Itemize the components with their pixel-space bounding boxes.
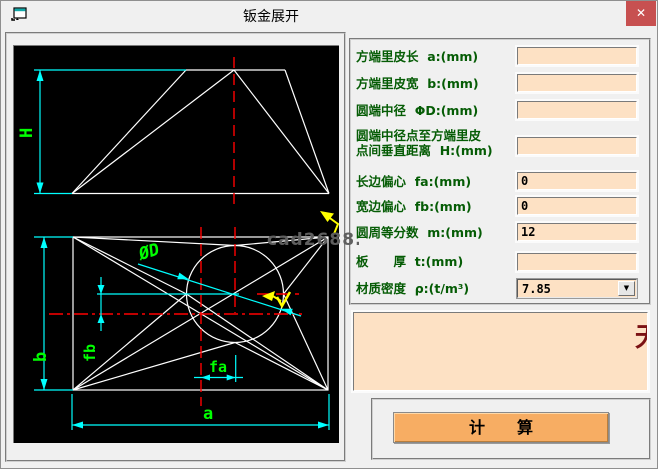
- dim-label-fb: fb: [81, 344, 99, 362]
- result-clipped-text: 无: [635, 317, 648, 357]
- label-phiD: 圆端中径 ΦD:(mm): [356, 103, 478, 118]
- dim-label-H: H: [17, 128, 37, 138]
- input-b[interactable]: [517, 74, 637, 92]
- label-t: 板 厚 t:(mm): [356, 254, 463, 269]
- close-button[interactable]: ✕: [626, 1, 656, 26]
- label-fa: 长边偏心 fa:(mm): [356, 174, 471, 189]
- density-combobox[interactable]: 7.85 ▼: [517, 279, 637, 298]
- watermark-text: cad2688.com: [267, 230, 359, 250]
- calculate-button[interactable]: 计 算: [393, 412, 609, 443]
- input-phiD[interactable]: [517, 101, 637, 119]
- label-density: 材质密度 ρ:(t/m³): [356, 281, 469, 296]
- combo-dropdown-arrow-icon[interactable]: ▼: [618, 281, 635, 296]
- label-fb: 宽边偏心 fb:(mm): [356, 199, 472, 214]
- input-a[interactable]: [517, 47, 637, 65]
- elevation-view: H: [17, 57, 338, 234]
- label-a: 方端里皮长 a:(mm): [356, 49, 478, 64]
- label-H-line1: 圆端中径点至方端里皮: [356, 128, 481, 143]
- input-m[interactable]: [517, 223, 637, 241]
- input-H[interactable]: [517, 137, 637, 155]
- label-b: 方端里皮宽 b:(mm): [356, 76, 479, 91]
- titlebar: 钣金展开 ✕: [1, 1, 657, 27]
- snap-arrow-circle: [262, 291, 290, 306]
- input-fa[interactable]: [517, 172, 637, 190]
- input-fb[interactable]: [517, 197, 637, 215]
- plan-view: b fb ØD fa a: [31, 227, 329, 430]
- label-H-line2: 点间垂直距离 H:(mm): [356, 143, 493, 158]
- dim-label-b: b: [31, 352, 51, 362]
- density-value: 7.85: [522, 282, 551, 296]
- window-title: 钣金展开: [1, 6, 541, 26]
- dim-label-phiD: ØD: [135, 240, 162, 266]
- dim-label-a: a: [203, 404, 213, 424]
- label-m: 圆周等分数 m:(mm): [356, 225, 483, 240]
- sheet-metal-unfold-window: 钣金展开 ✕ cad2688.com: [0, 0, 658, 469]
- result-textarea[interactable]: 无: [353, 312, 648, 391]
- input-t[interactable]: [517, 253, 637, 271]
- dim-label-fa: fa: [209, 358, 227, 376]
